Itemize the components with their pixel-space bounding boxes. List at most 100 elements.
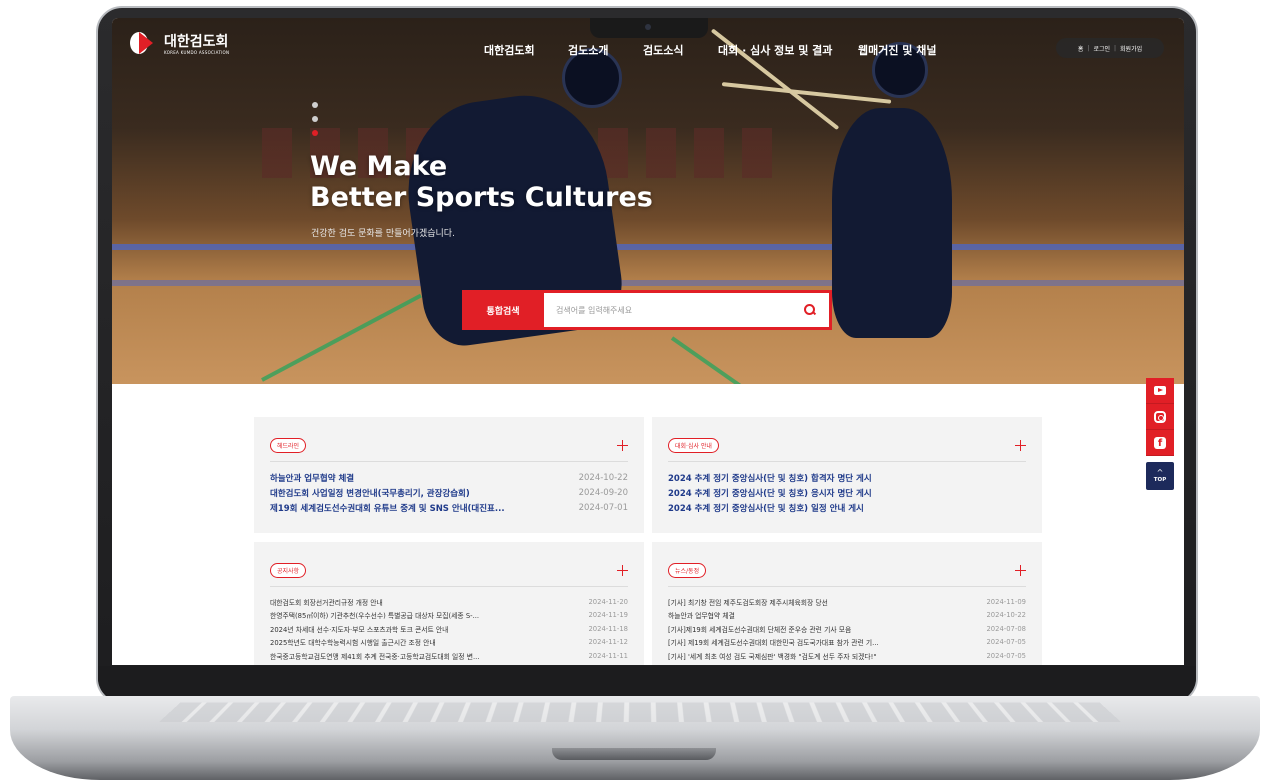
list-item-title[interactable]: 2024 추계 정기 중앙심사(단 및 칭호) 합격자 명단 게시 [668, 472, 872, 484]
nav-item-intro[interactable]: 검도소개 [568, 42, 608, 58]
util-join-link[interactable]: 회원가입 [1120, 44, 1142, 53]
notice-board: 공지사항 대한검도회 회장선거관리규정 개정 안내 2024-11-20 한영주택… [254, 542, 644, 665]
list-item-title[interactable]: 한영주택(85㎡이하) 기관추천(우수선수) 특별공급 대상자 모집(세종 S-… [270, 610, 479, 620]
list-item-title[interactable]: 하늘안과 업무협약 체결 [668, 610, 735, 620]
kendo-player-right [832, 108, 952, 338]
list-item-date: 2024-11-11 [588, 651, 628, 660]
youtube-icon [1154, 386, 1166, 395]
facebook-icon: f [1154, 436, 1166, 449]
util-home-link[interactable]: 홈 [1078, 44, 1084, 53]
list-item-date: 2024-11-09 [986, 597, 1026, 606]
list-item-date: 2024-07-05 [986, 651, 1026, 660]
slide-dot[interactable] [312, 116, 318, 122]
list-item-title[interactable]: 대한검도회 회장선거관리규정 개정 안내 [270, 597, 383, 607]
list-item[interactable]: 하늘안과 업무협약 체결 2024-10-22 [270, 470, 628, 485]
search-label: 통합검색 [462, 290, 544, 330]
list-item[interactable]: 2025학년도 대학수학능력시험 시행일 출근시간 조정 안내 2024-11-1… [270, 636, 628, 650]
logo-korean-name: 대한검도회 [164, 33, 229, 50]
list-item-title[interactable]: [기사]제19회 세계검도선수권대회 단체전 준우승 관련 기사 모음 [668, 624, 851, 634]
list-item[interactable]: 2024 추계 정기 중앙심사(단 및 칭호) 합격자 명단 게시 [668, 470, 1026, 485]
divider [668, 586, 1026, 587]
list-item-title[interactable]: [기사] 최기창 전임 제주도검도회장 제주시체육회장 당선 [668, 597, 828, 607]
list-item[interactable]: [기사]제19회 세계검도선수권대회 단체전 준우승 관련 기사 모음 2024-… [668, 622, 1026, 636]
list-item-title[interactable]: [기사] 제19회 세계검도선수권대회 대한민국 검도국가대표 참가 관련 기.… [668, 637, 879, 647]
util-separator: | [1114, 44, 1117, 52]
list-item-title[interactable]: 2024년 차세대 선수·지도자·부모 스포츠과학 토크 콘서트 안내 [270, 624, 448, 634]
headline-board: 헤드라인 하늘안과 업무협약 체결 2024-10-22 대한검도회 사업일정 변… [254, 417, 644, 533]
list-item[interactable]: [기사] 제19회 세계검도선수권대회 대한민국 검도국가대표 참가 관련 기.… [668, 636, 1026, 650]
list-item[interactable]: 제19회 세계검도선수권대회 유튜브 중계 및 SNS 안내(대진표... 202… [270, 500, 628, 515]
site-logo[interactable]: 대한검도회 KOREA KUMDO ASSOCIATION [130, 32, 229, 56]
list-item-date: 2024-10-22 [578, 472, 628, 483]
divider [668, 461, 1026, 462]
list-item-date: 2024-11-20 [588, 597, 628, 606]
list-item-date: 2024-10-22 [986, 611, 1026, 620]
list-item[interactable]: [기사] '세계 최초 여성 검도 국제심판' 백경화 "검도계 선두 주자 되… [668, 649, 1026, 663]
list-item[interactable]: 2024년 차세대 선수·지도자·부모 스포츠과학 토크 콘서트 안내 2024-… [270, 622, 628, 636]
list-item-date: 2024-07-05 [986, 638, 1026, 647]
nav-item-competition[interactable]: 대회 · 심사 정보 및 결과 [718, 42, 832, 58]
hero-headline-line-1: We Make [310, 151, 448, 182]
hero-headline-line-2: Better Sports Cultures [310, 182, 653, 213]
list-item-title[interactable]: 2024 추계 정기 중앙심사(단 및 칭호) 일정 안내 게시 [668, 502, 864, 514]
scroll-top-label: TOP [1153, 477, 1167, 483]
list-item[interactable]: 2024 추계 정기 중앙심사(단 및 칭호) 응시자 명단 게시 [668, 485, 1026, 500]
scroll-top-button[interactable]: ^ TOP [1146, 462, 1174, 490]
nav-item-webzine[interactable]: 웹매거진 및 채널 [858, 42, 937, 58]
list-item[interactable]: [기사] 최기창 전임 제주도검도회장 제주시체육회장 당선 2024-11-09 [668, 595, 1026, 609]
list-item[interactable]: 한영주택(85㎡이하) 기관추천(우수선수) 특별공급 대상자 모집(세종 S-… [270, 609, 628, 623]
floor-line [112, 244, 1184, 250]
hero-subline: 건강한 검도 문화를 만들어가겠습니다. [311, 229, 455, 239]
utility-menu: 홈 | 로그인 | 회원가입 [1056, 38, 1164, 58]
list-item-title[interactable]: 하늘안과 업무협약 체결 [270, 472, 354, 484]
list-item-date: 2024-11-19 [588, 611, 628, 620]
floor-line [670, 336, 772, 384]
list-item[interactable]: 대한검도회 사업일정 변경안내(국무총리기, 관장강습회) 2024-09-20 [270, 485, 628, 500]
exam-board: 대회·심사 안내 2024 추계 정기 중앙심사(단 및 칭호) 합격자 명단 … [652, 417, 1042, 533]
logo-english-name: KOREA KUMDO ASSOCIATION [164, 49, 230, 55]
slide-dot-active[interactable] [312, 130, 318, 136]
list-item-date: 2024-11-12 [588, 638, 628, 647]
facebook-button[interactable]: f [1146, 430, 1174, 456]
board-badge-exam[interactable]: 대회·심사 안내 [668, 437, 719, 453]
kumdo-logo-icon [130, 32, 156, 56]
search-icon[interactable] [803, 303, 817, 317]
instagram-icon [1154, 410, 1166, 423]
plus-icon[interactable] [617, 564, 628, 576]
plus-icon[interactable] [617, 439, 628, 451]
instagram-button[interactable] [1146, 404, 1174, 430]
board-badge-notice[interactable]: 공지사항 [270, 562, 307, 578]
list-item-title[interactable]: 대한검도회 사업일정 변경안내(국무총리기, 관장강습회) [270, 487, 470, 499]
list-item-date: 2024-11-18 [588, 624, 628, 633]
list-item-title[interactable]: 제19회 세계검도선수권대회 유튜브 중계 및 SNS 안내(대진표... [270, 502, 505, 514]
board-badge-headline[interactable]: 헤드라인 [270, 437, 307, 453]
plus-icon[interactable] [1015, 564, 1026, 576]
list-item[interactable]: 하늘안과 업무협약 체결 2024-10-22 [668, 609, 1026, 623]
plus-icon[interactable] [1015, 439, 1026, 451]
news-board: 뉴스/동정 [기사] 최기창 전임 제주도검도회장 제주시체육회장 당선 2024… [652, 542, 1042, 665]
list-item-title[interactable]: 한국중고등학교검도연맹 제41회 추계 전국중·고등학교검도대회 일정 변... [270, 651, 479, 661]
youtube-button[interactable] [1146, 378, 1174, 404]
chevron-up-icon: ^ [1156, 468, 1164, 477]
list-item-title[interactable]: 2024 추계 정기 중앙심사(단 및 칭호) 응시자 명단 게시 [668, 487, 872, 499]
nav-item-association[interactable]: 대한검도회 [484, 42, 535, 58]
divider [270, 461, 628, 462]
list-item-title[interactable]: 2025학년도 대학수학능력시험 시행일 출근시간 조정 안내 [270, 637, 436, 647]
board-badge-news[interactable]: 뉴스/동정 [668, 562, 707, 578]
list-item-date: 2024-07-08 [986, 624, 1026, 633]
util-separator: | [1087, 44, 1090, 52]
slide-indicator [312, 102, 318, 144]
search-input[interactable] [556, 305, 803, 315]
list-item[interactable]: 2024 추계 정기 중앙심사(단 및 칭호) 일정 안내 게시 [668, 500, 1026, 515]
list-item-date: 2024-09-20 [578, 487, 628, 498]
util-login-link[interactable]: 로그인 [1093, 44, 1110, 53]
list-item-title[interactable]: [기사] '세계 최초 여성 검도 국제심판' 백경화 "검도계 선두 주자 되… [668, 651, 876, 661]
slide-dot[interactable] [312, 102, 318, 108]
list-item[interactable]: 한국중고등학교검도연맹 제41회 추계 전국중·고등학교검도대회 일정 변...… [270, 649, 628, 663]
nav-item-news[interactable]: 검도소식 [643, 42, 683, 58]
camera-notch [590, 18, 708, 38]
list-item[interactable]: 대한검도회 회장선거관리규정 개정 안내 2024-11-20 [270, 595, 628, 609]
floor-line [261, 293, 422, 382]
laptop-hinge [552, 748, 716, 760]
quick-menu: f ^ TOP [1146, 378, 1174, 490]
